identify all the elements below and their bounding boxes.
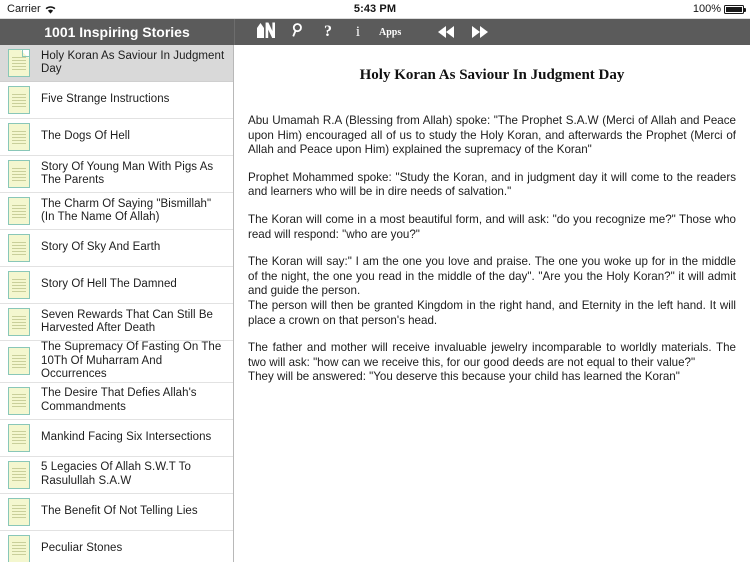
list-item-label: Five Strange Instructions	[41, 93, 170, 106]
article-body: Abu Umamah R.A (Blessing from Allah) spo…	[244, 114, 740, 385]
info-button[interactable]: i	[343, 19, 373, 45]
list-item[interactable]: Five Strange Instructions	[0, 82, 233, 119]
article-paragraph: The person will then be granted Kingdom …	[248, 298, 736, 327]
list-item[interactable]: 5 Legacies Of Allah S.W.T To Rasulullah …	[0, 457, 233, 494]
article-paragraph: The Koran will come in a most beautiful …	[248, 212, 736, 241]
list-item-label: The Desire That Defies Allah's Commandme…	[41, 387, 197, 413]
list-item-label: Story Of Sky And Earth	[41, 241, 161, 254]
list-item[interactable]: The Dogs Of Hell	[0, 119, 233, 156]
article-paragraph: Abu Umamah R.A (Blessing from Allah) spo…	[248, 114, 736, 157]
list-item[interactable]: Story Of Sky And Earth	[0, 230, 233, 267]
list-item[interactable]: Peculiar Stones	[0, 531, 233, 562]
document-icon	[8, 308, 30, 336]
document-icon	[8, 160, 30, 188]
toolbar-nav-group	[431, 19, 495, 45]
list-item[interactable]: The Desire That Defies Allah's Commandme…	[0, 383, 233, 420]
list-item[interactable]: Holy Koran As Saviour In Judgment Day	[0, 45, 233, 82]
list-item[interactable]: The Benefit Of Not Telling Lies	[0, 494, 233, 531]
list-item-label: Mankind Facing Six Intersections	[41, 430, 212, 443]
previous-button[interactable]	[431, 19, 461, 45]
list-item[interactable]: Seven Rewards That Can Still Be Harveste…	[0, 304, 233, 341]
info-icon: i	[355, 23, 361, 40]
list-item-label: The Benefit Of Not Telling Lies	[41, 504, 198, 517]
document-icon	[8, 534, 30, 562]
document-icon	[8, 86, 30, 114]
list-item[interactable]: The Supremacy Of Fasting On The 10Th Of …	[0, 341, 233, 383]
apps-button[interactable]: Apps	[373, 19, 407, 45]
list-item[interactable]: The Charm Of Saying "Bismillah" (In The …	[0, 193, 233, 230]
list-item[interactable]: Story Of Hell The Damned	[0, 267, 233, 304]
page-title: 1001 Inspiring Stories	[44, 24, 190, 40]
search-button[interactable]	[283, 19, 313, 45]
clock: 5:43 PM	[353, 3, 397, 15]
list-item-label: The Charm Of Saying "Bismillah" (In The …	[41, 197, 212, 224]
list-item-label: Story Of Young Man With Pigs As The Pare…	[41, 160, 214, 187]
article-title: Holy Koran As Saviour In Judgment Day	[359, 67, 625, 83]
document-icon	[8, 497, 30, 526]
toolbar: ? i Apps	[234, 19, 750, 45]
help-button[interactable]: ?	[313, 19, 343, 45]
battery-full-icon	[724, 4, 746, 14]
list-item-label: Story Of Hell The Damned	[41, 278, 177, 291]
list-item-label: 5 Legacies Of Allah S.W.T To Rasulullah …	[41, 461, 191, 487]
document-icon	[8, 460, 30, 489]
main-split: Holy Koran As Saviour In Judgment Day Fiv…	[0, 45, 750, 562]
document-folded-icon	[8, 49, 30, 77]
story-list[interactable]: Holy Koran As Saviour In Judgment Day Fiv…	[0, 45, 234, 562]
list-item-label: The Dogs Of Hell	[41, 130, 130, 143]
document-icon	[8, 423, 30, 452]
fast-forward-icon	[472, 26, 489, 38]
article-paragraph: The Koran will say:" I am the one you lo…	[248, 255, 736, 298]
list-item[interactable]: Mankind Facing Six Intersections	[0, 420, 233, 457]
next-button[interactable]	[465, 19, 495, 45]
document-icon	[8, 234, 30, 262]
status-bar: Carrier 5:43 PM 100%	[0, 0, 750, 19]
rewind-icon	[438, 26, 455, 38]
top-bars: 1001 Inspiring Stories ? i Apps	[0, 19, 750, 45]
document-icon	[8, 197, 30, 225]
question-mark-icon: ?	[324, 23, 332, 40]
article-pane: Holy Koran As Saviour In Judgment Day Ab…	[234, 45, 750, 562]
article-paragraph: The father and mother will receive inval…	[248, 341, 736, 369]
document-icon	[8, 347, 30, 376]
search-icon	[291, 22, 306, 43]
app-logo-button[interactable]	[249, 19, 283, 45]
list-item[interactable]: Story Of Young Man With Pigs As The Pare…	[0, 156, 233, 193]
list-item-label: Holy Koran As Saviour In Judgment Day	[41, 49, 225, 76]
document-icon	[8, 123, 30, 151]
list-item-label: Peculiar Stones	[41, 541, 123, 554]
logo-icon	[256, 21, 276, 44]
list-item-label: The Supremacy Of Fasting On The 10Th Of …	[41, 341, 222, 380]
document-icon	[8, 386, 30, 415]
app-title-bar: 1001 Inspiring Stories	[0, 19, 234, 45]
list-item-label: Seven Rewards That Can Still Be Harveste…	[41, 308, 214, 335]
article-paragraph: Prophet Mohammed spoke: "Study the Koran…	[248, 170, 736, 199]
apps-label: Apps	[379, 26, 402, 38]
article-paragraph: They will be answered: "You deserve this…	[248, 370, 680, 384]
document-icon	[8, 271, 30, 299]
